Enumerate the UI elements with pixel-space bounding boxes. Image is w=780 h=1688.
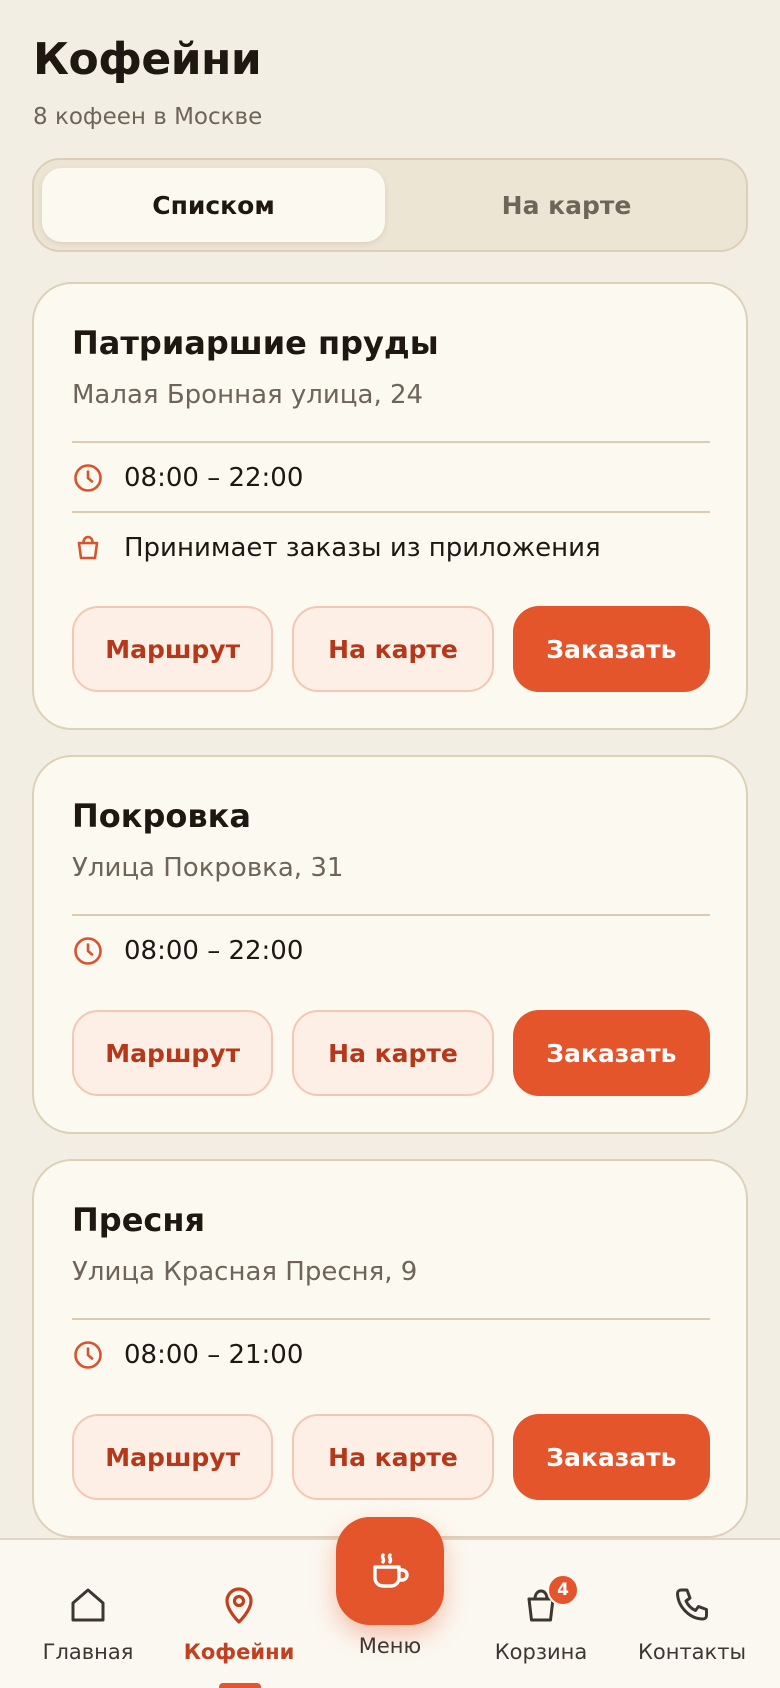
hours-row: 08:00 – 21:00	[72, 1335, 303, 1375]
shop-address: Улица Красная Пресня, 9	[72, 1257, 418, 1287]
location-pin-icon	[225, 1587, 253, 1624]
shop-address: Малая Бронная улица, 24	[72, 380, 424, 410]
list-view-tab[interactable]: Списком	[42, 168, 385, 242]
divider	[72, 1318, 710, 1320]
divider	[72, 914, 710, 916]
tab-label: Кофейни	[183, 1640, 295, 1664]
route-button[interactable]: Маршрут	[72, 1414, 274, 1500]
tab-label: Корзина	[494, 1640, 588, 1664]
shop-address: Улица Покровка, 31	[72, 853, 344, 883]
show-on-map-button[interactable]: На карте	[292, 1010, 494, 1096]
page-title: Кофейни	[33, 34, 262, 85]
coffee-shop-card[interactable]: Патриаршие пруды Малая Бронная улица, 24…	[32, 282, 748, 730]
show-on-map-button[interactable]: На карте	[292, 1414, 494, 1500]
shop-hours: 08:00 – 21:00	[124, 1340, 304, 1370]
hours-row: 08:00 – 22:00	[72, 931, 303, 971]
coffee-shop-card[interactable]: Покровка Улица Покровка, 31 08:00 – 22:0…	[32, 755, 748, 1134]
divider	[72, 511, 710, 513]
tab-coffee-shops[interactable]: Кофейни	[161, 1584, 317, 1664]
card-actions: Маршрут На карте Заказать	[72, 1010, 710, 1096]
order-button[interactable]: Заказать	[512, 1010, 710, 1096]
card-actions: Маршрут На карте Заказать	[72, 606, 710, 692]
view-toggle: Списком На карте	[32, 158, 748, 252]
route-button[interactable]: Маршрут	[72, 606, 274, 692]
show-on-map-button[interactable]: На карте	[292, 606, 494, 692]
shop-hours: 08:00 – 22:00	[124, 936, 304, 966]
tab-home[interactable]: Главная	[10, 1584, 166, 1664]
tab-label: Главная	[42, 1640, 134, 1664]
divider	[72, 441, 710, 443]
app-orders-row: Принимает заказы из приложения	[72, 528, 601, 568]
route-button[interactable]: Маршрут	[72, 1010, 274, 1096]
cart-count-badge: 4	[547, 1574, 579, 1606]
home-icon	[71, 1588, 105, 1622]
active-tab-indicator	[219, 1683, 261, 1688]
page-subtitle: 8 кофеен в Москве	[33, 104, 263, 130]
shopping-bag-icon	[77, 535, 99, 560]
app-orders-text: Принимает заказы из приложения	[124, 533, 601, 563]
hours-row: 08:00 – 22:00	[72, 458, 303, 498]
tab-contacts[interactable]: Контакты	[614, 1584, 770, 1664]
tab-cart[interactable]: Корзина	[463, 1584, 619, 1664]
card-actions: Маршрут На карте Заказать	[72, 1414, 710, 1500]
shop-name: Патриаршие пруды	[72, 324, 439, 362]
shop-name: Пресня	[72, 1201, 206, 1239]
order-button[interactable]: Заказать	[512, 1414, 710, 1500]
clock-icon	[74, 937, 102, 965]
shop-hours: 08:00 – 22:00	[124, 463, 304, 493]
clock-icon	[74, 464, 102, 492]
menu-label: Меню	[358, 1634, 422, 1658]
clock-icon	[74, 1341, 102, 1369]
order-button[interactable]: Заказать	[512, 606, 710, 692]
tab-label: Контакты	[637, 1640, 747, 1664]
menu-button[interactable]	[336, 1517, 444, 1625]
shop-name: Покровка	[72, 797, 251, 835]
phone-icon	[676, 1588, 708, 1621]
map-view-tab[interactable]: На карте	[395, 168, 738, 242]
coffee-shop-card[interactable]: Пресня Улица Красная Пресня, 9 08:00 – 2…	[32, 1159, 748, 1538]
coffee-cup-icon	[373, 1553, 409, 1588]
